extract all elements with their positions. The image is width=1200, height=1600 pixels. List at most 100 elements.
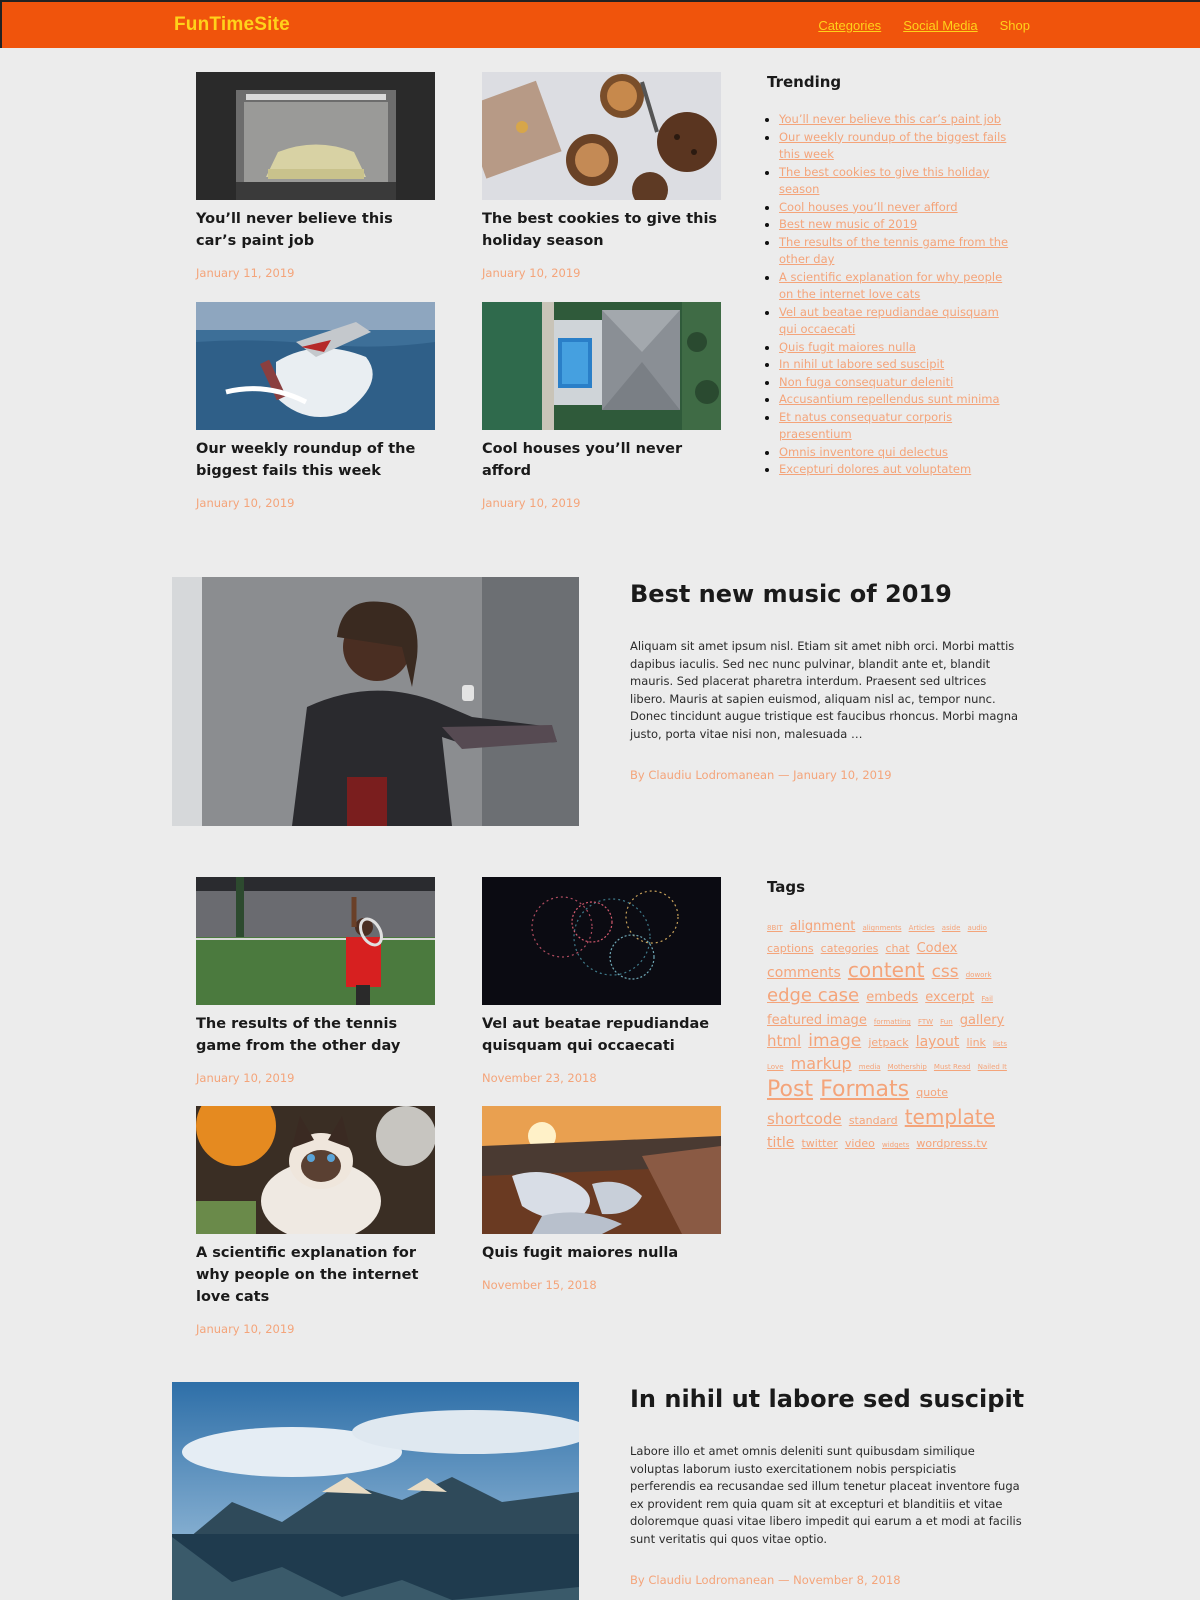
featured-post-title[interactable]: Best new music of 2019: [630, 580, 1025, 608]
post-thumbnail[interactable]: [196, 1106, 435, 1234]
tag-link[interactable]: aside: [942, 924, 961, 932]
tag-link[interactable]: featured image: [767, 1013, 867, 1028]
tag-link[interactable]: standard: [849, 1114, 898, 1127]
tag-link[interactable]: embeds: [866, 990, 918, 1005]
tag-link[interactable]: gallery: [960, 1013, 1004, 1028]
post-title[interactable]: Quis fugit maiores nulla: [482, 1242, 722, 1264]
tag-link[interactable]: Must Read: [934, 1063, 971, 1071]
post-card[interactable]: A scientific explanation for why people …: [196, 1106, 436, 1336]
tag-link[interactable]: widgets: [882, 1141, 909, 1149]
tag-link[interactable]: content: [848, 958, 925, 982]
tag-link[interactable]: edge case: [767, 985, 859, 1006]
tag-link[interactable]: captions: [767, 942, 814, 955]
trending-item: The best cookies to give this holiday se…: [779, 164, 1017, 199]
post-card[interactable]: You’ll never believe this car’s paint jo…: [196, 72, 436, 280]
tag-link[interactable]: html: [767, 1032, 801, 1050]
tag-link[interactable]: excerpt: [925, 990, 974, 1005]
trending-link[interactable]: Vel aut beatae repudiandae quisquam qui …: [779, 305, 999, 337]
tag-link[interactable]: comments: [767, 965, 841, 981]
trending-item: A scientific explanation for why people …: [779, 269, 1017, 304]
trending-link[interactable]: Our weekly roundup of the biggest fails …: [779, 130, 1006, 162]
post-card[interactable]: Cool houses you’ll never afford January …: [482, 302, 722, 510]
tag-link[interactable]: link: [966, 1036, 985, 1049]
tag-link[interactable]: audio: [968, 924, 987, 932]
tag-link[interactable]: image: [808, 1031, 861, 1051]
post-title[interactable]: Vel aut beatae repudiandae quisquam qui …: [482, 1013, 722, 1057]
trending-link[interactable]: In nihil ut labore sed suscipit: [779, 357, 944, 371]
tag-link[interactable]: Love: [767, 1063, 784, 1071]
post-title[interactable]: Cool houses you’ll never afford: [482, 438, 722, 482]
tag-link[interactable]: Articles: [909, 924, 935, 932]
post-title[interactable]: The results of the tennis game from the …: [196, 1013, 436, 1057]
nav-social-media[interactable]: Social Media: [903, 18, 977, 33]
tag-link[interactable]: alignment: [790, 919, 856, 934]
trending-link[interactable]: Accusantium repellendus sunt minima: [779, 392, 1000, 406]
post-card[interactable]: Vel aut beatae repudiandae quisquam qui …: [482, 877, 722, 1085]
trending-item: In nihil ut labore sed suscipit: [779, 356, 1017, 374]
trending-item: Et natus consequatur corporis praesentiu…: [779, 409, 1017, 444]
post-thumbnail[interactable]: [196, 877, 435, 1005]
tag-link[interactable]: layout: [916, 1034, 960, 1050]
tag-link[interactable]: wordpress.tv: [916, 1137, 987, 1150]
tag-link[interactable]: Post: [767, 1077, 813, 1102]
post-title[interactable]: You’ll never believe this car’s paint jo…: [196, 208, 436, 252]
nav-shop[interactable]: Shop: [1000, 18, 1030, 33]
trending-link[interactable]: A scientific explanation for why people …: [779, 270, 1002, 302]
tag-link[interactable]: alignments: [862, 924, 901, 932]
featured-post-title[interactable]: In nihil ut labore sed suscipit: [630, 1385, 1025, 1413]
post-card[interactable]: The results of the tennis game from the …: [196, 877, 436, 1085]
post-thumbnail[interactable]: [196, 302, 435, 430]
post-title[interactable]: Our weekly roundup of the biggest fails …: [196, 438, 436, 482]
post-thumbnail[interactable]: [482, 1106, 721, 1234]
trending-link[interactable]: Best new music of 2019: [779, 217, 917, 231]
tag-link[interactable]: Fun: [940, 1018, 953, 1026]
tag-link[interactable]: css: [932, 962, 959, 982]
tag-link[interactable]: template: [905, 1105, 995, 1129]
trending-link[interactable]: Non fuga consequatur deleniti: [779, 375, 953, 389]
post-card[interactable]: Quis fugit maiores nulla November 15, 20…: [482, 1106, 722, 1292]
nav-categories[interactable]: Categories: [818, 18, 881, 33]
tag-link[interactable]: quote: [916, 1086, 948, 1099]
featured-post-image[interactable]: [172, 577, 579, 826]
trending-link[interactable]: The best cookies to give this holiday se…: [779, 165, 989, 197]
post-thumbnail[interactable]: [196, 72, 435, 200]
trending-link[interactable]: Quis fugit maiores nulla: [779, 340, 916, 354]
tag-link[interactable]: media: [859, 1063, 881, 1071]
post-card[interactable]: Our weekly roundup of the biggest fails …: [196, 302, 436, 510]
tag-link[interactable]: markup: [791, 1054, 852, 1073]
trending-link[interactable]: Cool houses you’ll never afford: [779, 200, 958, 214]
post-thumbnail[interactable]: [482, 877, 721, 1005]
tag-link[interactable]: categories: [821, 942, 879, 955]
tag-link[interactable]: formatting: [874, 1018, 911, 1026]
trending-link[interactable]: The results of the tennis game from the …: [779, 235, 1008, 267]
tag-link[interactable]: title: [767, 1135, 794, 1151]
featured-post-excerpt: Aliquam sit amet ipsum nisl. Etiam sit a…: [630, 639, 1019, 741]
tag-link[interactable]: Nailed It: [978, 1063, 1007, 1071]
tag-link[interactable]: Mothership: [888, 1063, 927, 1071]
trending-link[interactable]: You’ll never believe this car’s paint jo…: [779, 112, 1001, 126]
tag-link[interactable]: FTW: [918, 1018, 933, 1026]
tag-link[interactable]: Codex: [917, 941, 958, 956]
trending-link[interactable]: Excepturi dolores aut voluptatem: [779, 462, 971, 476]
tag-link[interactable]: lists: [993, 1040, 1007, 1048]
post-date: January 11, 2019: [196, 266, 295, 280]
post-title[interactable]: A scientific explanation for why people …: [196, 1242, 436, 1308]
tag-link[interactable]: twitter: [801, 1137, 837, 1150]
trending-link[interactable]: Omnis inventore qui delectus: [779, 445, 948, 459]
tag-link[interactable]: shortcode: [767, 1110, 842, 1128]
post-thumbnail[interactable]: [482, 302, 721, 430]
featured-post-image[interactable]: [172, 1382, 579, 1600]
post-thumbnail[interactable]: [482, 72, 721, 200]
tag-link[interactable]: video: [845, 1137, 875, 1150]
tag-link[interactable]: 8BIT: [767, 924, 783, 932]
trending-link[interactable]: Et natus consequatur corporis praesentiu…: [779, 410, 952, 442]
tag-link[interactable]: chat: [885, 942, 909, 955]
site-logo[interactable]: FunTimeSite: [174, 14, 290, 36]
post-title[interactable]: The best cookies to give this holiday se…: [482, 208, 722, 252]
tag-link[interactable]: dowork: [966, 971, 992, 979]
tag-link[interactable]: Formats: [820, 1077, 909, 1102]
tag-link[interactable]: jetpack: [868, 1036, 908, 1049]
tag-link[interactable]: Fail: [981, 995, 993, 1003]
post-date: November 15, 2018: [482, 1278, 597, 1292]
post-card[interactable]: The best cookies to give this holiday se…: [482, 72, 722, 280]
